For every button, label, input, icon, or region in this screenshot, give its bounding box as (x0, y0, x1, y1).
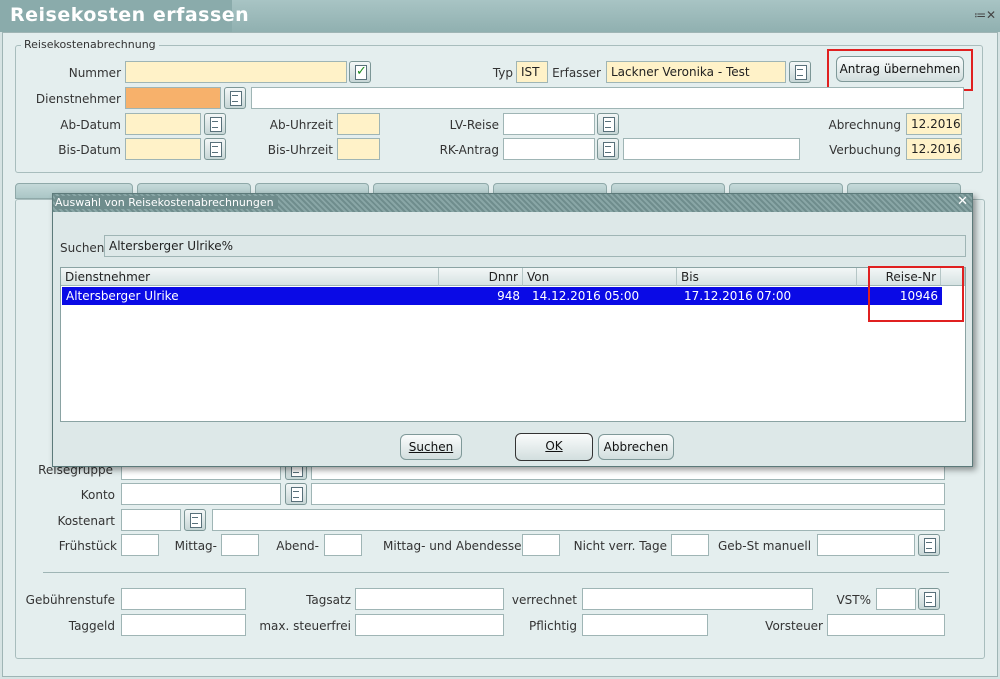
abbrechen-button[interactable]: Abbrechen (598, 434, 674, 460)
konto-label: Konto (80, 488, 115, 502)
title-bar: Reisekosten erfassen ≔✕ (0, 0, 1000, 32)
list-icon[interactable] (285, 483, 307, 505)
nummer-field[interactable] (125, 61, 347, 83)
cell-dienstnehmer: Altersberger Ulrike (66, 289, 179, 303)
column-header-von[interactable]: Von (523, 268, 677, 286)
ab-datum-field[interactable] (125, 113, 201, 135)
dialog-title: Auswahl von Reisekostenabrechnungen (55, 196, 278, 209)
tagsatz-field[interactable] (355, 588, 504, 610)
vst-label: VST% (836, 593, 871, 607)
column-header-dienstnehmer[interactable]: Dienstnehmer (61, 268, 439, 286)
dienstnehmer-name-field[interactable] (251, 87, 964, 109)
list-icon[interactable] (918, 588, 940, 610)
typ-label: Typ (492, 66, 513, 80)
cell-bis: 17.12.2016 07:00 (684, 289, 792, 303)
rk-antrag-label: RK-Antrag (439, 143, 499, 157)
kostenart-text-field[interactable] (212, 509, 945, 531)
verrechnet-field[interactable] (582, 588, 813, 610)
abend-field[interactable] (324, 534, 362, 556)
dialog-title-bar: Auswahl von Reisekostenabrechnungen ✕ (53, 194, 972, 212)
vst-field[interactable] (876, 588, 916, 610)
ab-uhrzeit-label: Ab-Uhrzeit (269, 118, 333, 132)
rk-antrag-text-field[interactable] (623, 138, 800, 160)
gebuehrenstufe-label: Gebührenstufe (25, 593, 115, 607)
gebuehrenstufe-field[interactable] (121, 588, 246, 610)
list-icon[interactable] (184, 509, 206, 531)
suchen-button-label: Suchen (408, 440, 454, 454)
pflichtig-field[interactable] (582, 614, 708, 636)
max-steuerfrei-label: max. steuerfrei (259, 619, 351, 633)
bis-uhrzeit-label: Bis-Uhrzeit (267, 143, 333, 157)
abrechnung-label: Abrechnung (828, 118, 901, 132)
close-icon[interactable]: ✕ (957, 194, 968, 209)
mittag-abend-label: Mittag- und Abendessen (383, 539, 530, 553)
list-icon[interactable] (918, 534, 940, 556)
search-label: Suchen (60, 241, 105, 255)
konto-field[interactable] (121, 483, 281, 505)
list-icon[interactable] (597, 138, 619, 160)
verbuchung-field[interactable]: 12.2016 (906, 138, 962, 160)
bis-uhrzeit-field[interactable] (337, 138, 380, 160)
highlight-box (868, 266, 964, 322)
vorsteuer-label: Vorsteuer (765, 619, 823, 633)
highlight-box (827, 49, 973, 91)
nicht-verr-tage-label: Nicht verr. Tage (573, 539, 667, 553)
window-controls[interactable]: ≔✕ (974, 8, 996, 22)
calendar-icon[interactable] (204, 113, 226, 135)
ok-button[interactable]: OK (515, 433, 593, 461)
calendar-icon[interactable] (204, 138, 226, 160)
konto-text-field[interactable] (311, 483, 945, 505)
ab-datum-label: Ab-Datum (60, 118, 121, 132)
vorsteuer-field[interactable] (827, 614, 945, 636)
kostenart-label: Kostenart (57, 514, 115, 528)
search-input[interactable]: Altersberger Ulrike% (104, 235, 966, 257)
lv-reise-label: LV-Reise (449, 118, 499, 132)
column-header-dnnr[interactable]: Dnnr (439, 268, 523, 286)
selection-dialog: Auswahl von Reisekostenabrechnungen ✕ Su… (52, 193, 973, 467)
lv-reise-field[interactable] (503, 113, 595, 135)
rk-antrag-field[interactable] (503, 138, 595, 160)
taggeld-label: Taggeld (68, 619, 115, 633)
abrechnung-field[interactable]: 12.2016 (906, 113, 962, 135)
list-icon[interactable] (597, 113, 619, 135)
mittag-abend-field[interactable] (522, 534, 560, 556)
dienstnehmer-number-field[interactable] (125, 87, 221, 109)
verbuchung-label: Verbuchung (829, 143, 901, 157)
verrechnet-label: verrechnet (511, 593, 577, 607)
kostenart-field[interactable] (121, 509, 181, 531)
divider (43, 572, 949, 573)
pflichtig-label: Pflichtig (529, 619, 577, 633)
results-table: Dienstnehmer Dnnr Von Bis Reise-Nr Alter… (60, 267, 966, 422)
erfasser-label: Erfasser (552, 66, 601, 80)
bis-datum-label: Bis-Datum (58, 143, 121, 157)
checkmark-icon[interactable] (349, 61, 371, 83)
max-steuerfrei-field[interactable] (355, 614, 504, 636)
list-icon[interactable] (224, 87, 246, 109)
mittag-label: Mittag- (174, 539, 217, 553)
fruehstueck-label: Frühstück (58, 539, 117, 553)
fruehstueck-field[interactable] (121, 534, 159, 556)
bis-datum-field[interactable] (125, 138, 201, 160)
ab-uhrzeit-field[interactable] (337, 113, 380, 135)
abend-label: Abend- (276, 539, 319, 553)
cell-von: 14.12.2016 05:00 (532, 289, 640, 303)
typ-field[interactable]: IST (516, 61, 548, 83)
suchen-button[interactable]: Suchen (400, 434, 462, 460)
list-icon[interactable] (789, 61, 811, 83)
cell-dnnr: 948 (497, 289, 520, 303)
erfasser-field[interactable]: Lackner Veronika - Test (606, 61, 786, 83)
ok-button-label: OK (545, 439, 563, 453)
geb-st-manuell-field[interactable] (817, 534, 915, 556)
table-row[interactable]: Altersberger Ulrike 948 14.12.2016 05:00… (62, 287, 942, 305)
tagsatz-label: Tagsatz (306, 593, 351, 607)
nicht-verr-tage-field[interactable] (671, 534, 709, 556)
taggeld-field[interactable] (121, 614, 246, 636)
column-header-bis[interactable]: Bis (677, 268, 857, 286)
nummer-label: Nummer (68, 66, 121, 80)
geb-st-manuell-label: Geb-St manuell (718, 539, 812, 553)
group-label: Reisekostenabrechnung (21, 38, 159, 51)
mittag-field[interactable] (221, 534, 259, 556)
dienstnehmer-label: Dienstnehmer (35, 92, 121, 106)
window-title: Reisekosten erfassen (10, 4, 250, 26)
